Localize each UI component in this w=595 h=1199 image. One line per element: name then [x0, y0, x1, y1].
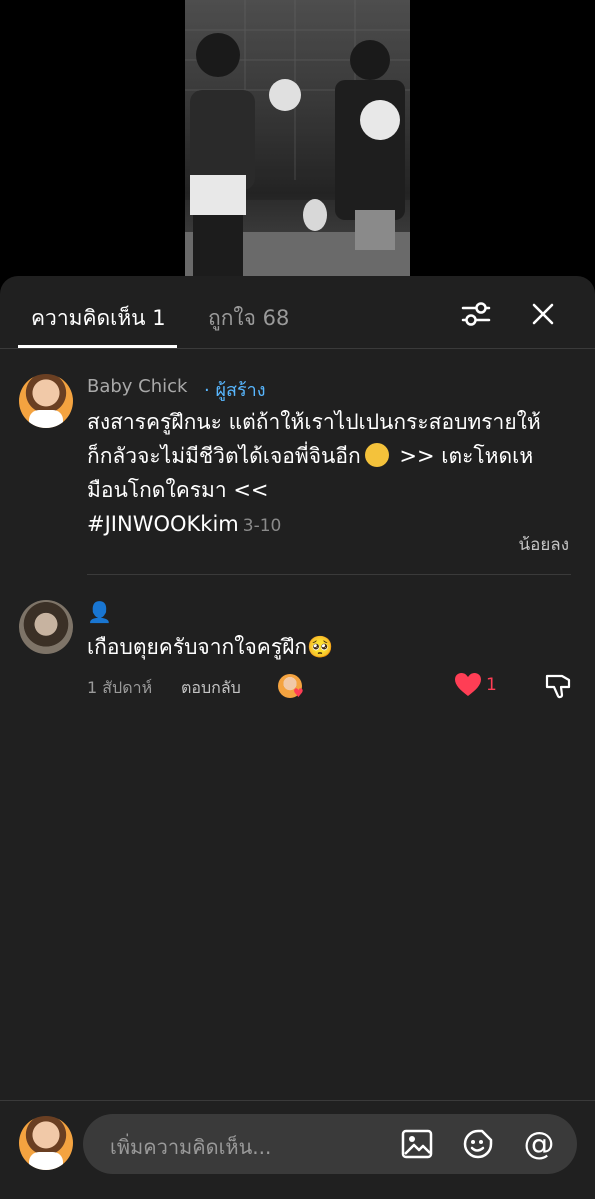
face-with-tears-of-joy-icon: [364, 443, 389, 467]
video-frame: [185, 0, 410, 276]
user-avatar[interactable]: [19, 600, 73, 654]
tab-bar: ความคิดเห็น 1 ถูกใจ 68: [0, 276, 595, 349]
image-button[interactable]: [400, 1127, 434, 1161]
image-icon: [401, 1129, 433, 1159]
comment-text: เกือบตุยครับจากใจครูฝึก🥺: [87, 635, 334, 659]
comment-author[interactable]: Baby Chick: [87, 376, 187, 397]
comment-author[interactable]: 👤: [87, 600, 112, 624]
hashtag[interactable]: #JINWOOKkim: [87, 512, 239, 536]
mention-button[interactable]: @: [522, 1126, 556, 1162]
comments-sheet: ความคิดเห็น 1 ถูกใจ 68 Baby Chick · ผู้ส…: [0, 276, 595, 1199]
heart-icon: ♥: [293, 686, 304, 700]
divider: [87, 574, 571, 575]
tab-likes[interactable]: ถูกใจ 68: [208, 302, 289, 335]
creator-avatar[interactable]: [19, 374, 73, 428]
video-player[interactable]: [0, 0, 595, 290]
like-count: 1: [486, 675, 497, 695]
filter-button[interactable]: [459, 297, 493, 331]
comment-time: 1 สัปดาห์: [87, 678, 153, 697]
heart-icon[interactable]: [454, 672, 482, 698]
comment-input[interactable]: เพิ่มความคิดเห็น... @: [83, 1114, 577, 1174]
my-avatar: [19, 1116, 73, 1170]
comment-date: 3-10: [242, 516, 282, 536]
close-icon: [532, 303, 554, 325]
comment-input-placeholder[interactable]: เพิ่มความคิดเห็น...: [110, 1131, 271, 1163]
creator-badge: · ผู้สร้าง: [204, 380, 266, 401]
emoji-button[interactable]: [461, 1127, 495, 1161]
thumbs-down-icon[interactable]: [544, 672, 572, 700]
at-icon: @: [523, 1126, 555, 1162]
reply-button[interactable]: ตอบกลับ: [181, 676, 241, 701]
tab-comments[interactable]: ความคิดเห็น 1: [31, 302, 166, 335]
comment-text: สงสารครูฝึกนะ แต่ถ้าให้เราไปเปนกระสอบทรา…: [87, 410, 541, 536]
show-less-button[interactable]: น้อยลง: [518, 531, 569, 558]
emoji-icon: [463, 1129, 493, 1159]
active-tab-indicator: [18, 345, 177, 348]
sliders-icon: [461, 302, 491, 326]
close-button[interactable]: [526, 297, 560, 331]
